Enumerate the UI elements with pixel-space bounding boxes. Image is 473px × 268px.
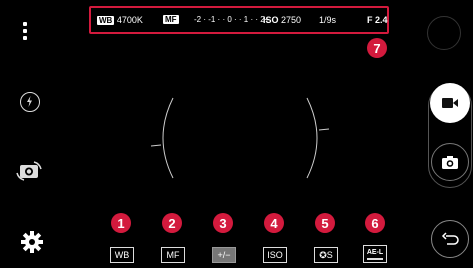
more-options-icon[interactable] <box>22 22 28 43</box>
photo-capture-button[interactable] <box>431 143 469 181</box>
manual-settings-info-bar: WB 4700K MF -2 · -1 · · 0 · · 1 · · 2+ I… <box>89 6 389 34</box>
video-record-button[interactable] <box>430 83 470 123</box>
back-button[interactable] <box>431 220 469 258</box>
ae-lock-button[interactable]: AE-L <box>363 245 387 263</box>
iso-value: 2750 <box>281 15 302 25</box>
badge-2: 2 <box>162 213 182 233</box>
gear-icon[interactable] <box>20 230 44 254</box>
aperture-icon: ✪ <box>319 249 327 260</box>
wb-value: 4700K <box>116 15 143 25</box>
manual-focus-button[interactable]: MF <box>161 247 185 263</box>
focus-brackets <box>150 97 330 179</box>
camera-icon <box>442 155 458 169</box>
badge-6: 6 <box>365 213 385 233</box>
shutter-speed: 1/9s <box>319 15 337 25</box>
iso-button[interactable]: ISO <box>263 247 287 263</box>
badge-7: 7 <box>367 38 387 58</box>
iso-label: ISO <box>263 15 279 25</box>
flash-off-icon[interactable] <box>20 92 40 112</box>
white-balance-button[interactable]: WB <box>110 247 134 263</box>
exposure-button[interactable]: +/− <box>212 247 236 263</box>
back-arrow-icon <box>441 232 459 245</box>
wb-tag: WB <box>97 16 115 25</box>
shutter-label: S <box>326 250 333 260</box>
aperture-value: F 2.4 <box>367 15 388 25</box>
shutter-speed-button[interactable]: ✪ S <box>314 247 338 263</box>
badge-5: 5 <box>315 213 335 233</box>
badge-3: 3 <box>213 213 233 233</box>
badge-1: 1 <box>111 213 131 233</box>
badge-4: 4 <box>264 213 284 233</box>
mf-tag: MF <box>163 15 179 24</box>
exposure-scale: -2 · -1 · · 0 · · 1 · · 2+ <box>194 15 270 24</box>
video-camera-icon <box>442 98 458 108</box>
mode-button[interactable] <box>427 16 461 50</box>
ae-lock-underline <box>367 257 383 260</box>
switch-camera-icon[interactable] <box>15 160 43 182</box>
ae-lock-label: AE-L <box>366 248 384 256</box>
